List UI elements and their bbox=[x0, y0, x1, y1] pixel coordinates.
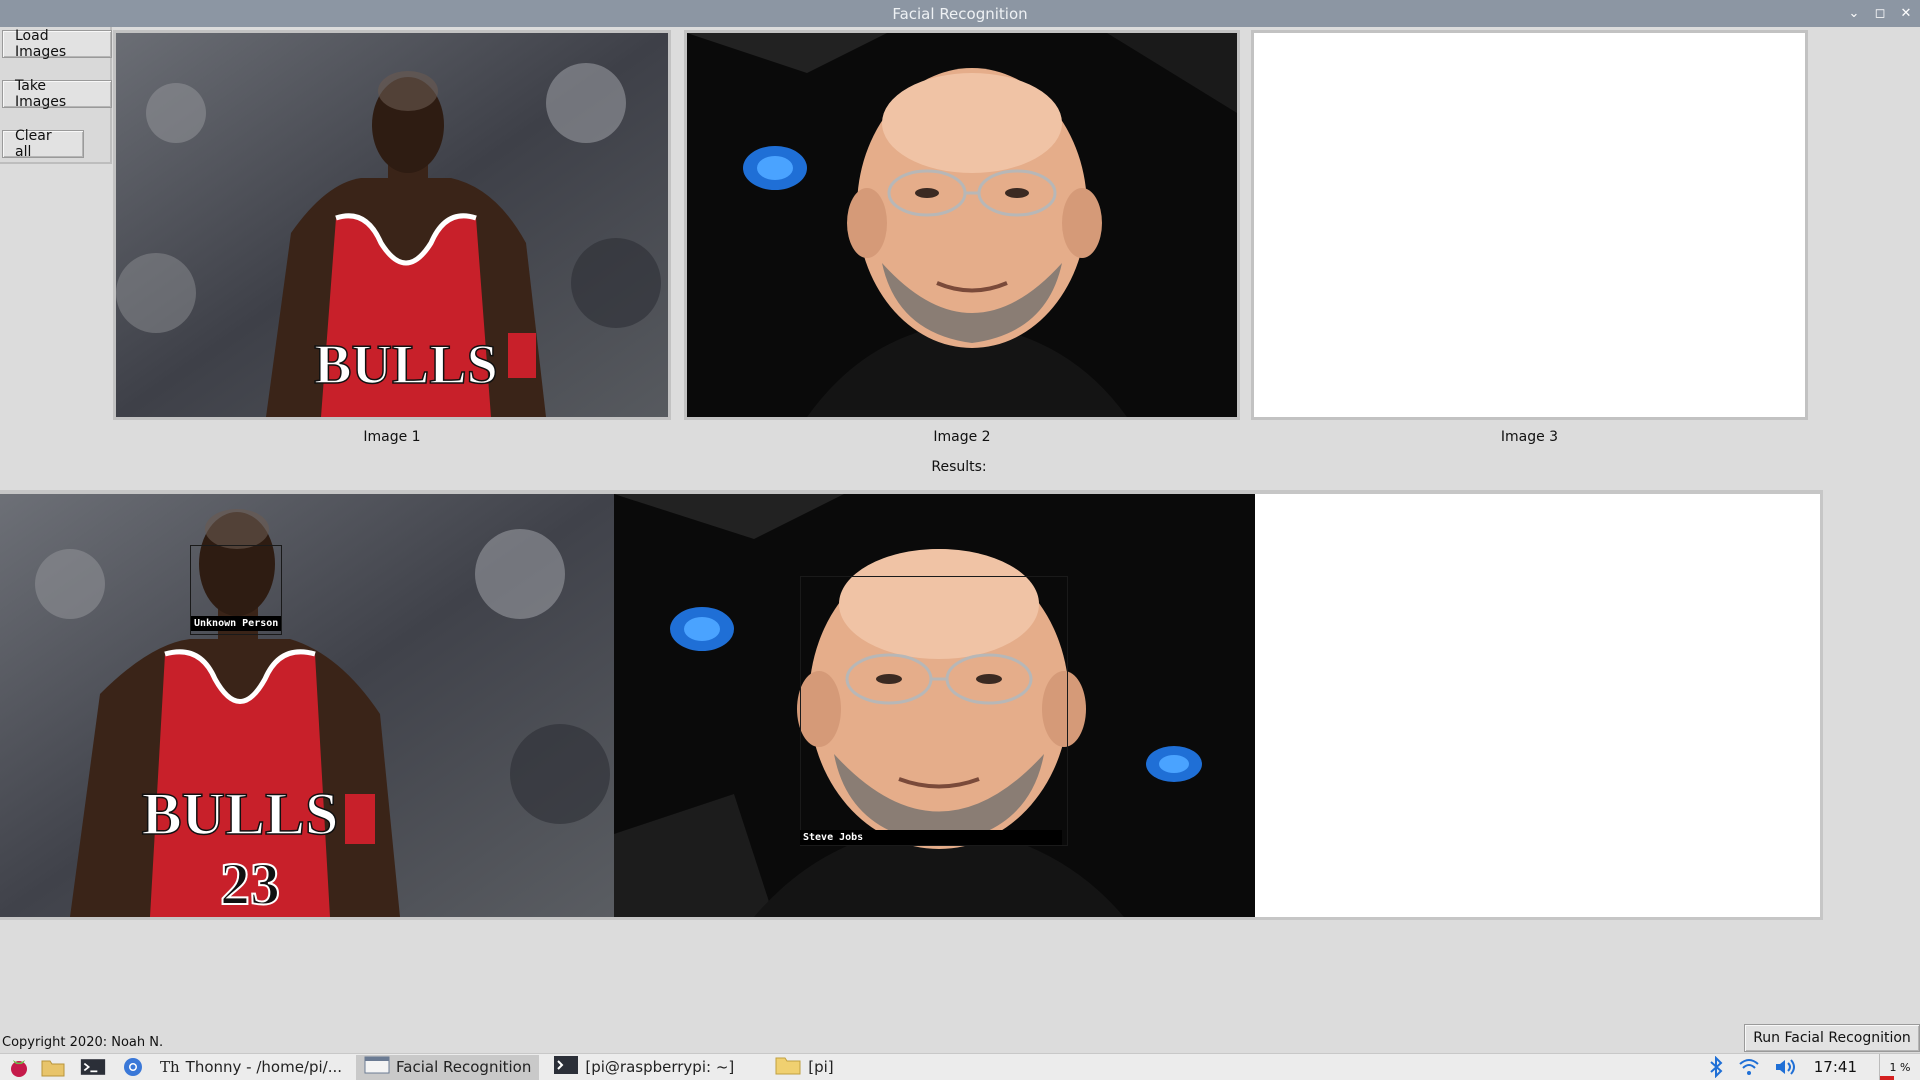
image-2-caption: Image 2 bbox=[933, 429, 991, 445]
image-1-caption: Image 1 bbox=[363, 429, 421, 445]
cpu-bar bbox=[1880, 1076, 1894, 1080]
wifi-icon[interactable] bbox=[1738, 1057, 1760, 1077]
image-1-photo: BULLS bbox=[116, 33, 668, 417]
image-2-frame bbox=[684, 30, 1240, 420]
taskbar-task-facial-recognition[interactable]: Facial Recognition bbox=[356, 1054, 540, 1080]
maximize-icon[interactable]: ◻ bbox=[1872, 6, 1888, 22]
svg-text:BULLS: BULLS bbox=[142, 781, 339, 847]
taskbar-task-thonny[interactable]: Th Thonny - /home/pi/... bbox=[152, 1055, 350, 1080]
results-label: Results: bbox=[931, 459, 987, 475]
face-label-1: Unknown Person bbox=[191, 616, 282, 631]
svg-text:23: 23 bbox=[220, 851, 280, 917]
raspberry-menu-icon[interactable] bbox=[6, 1056, 32, 1078]
image-3-caption: Image 3 bbox=[1500, 429, 1559, 445]
terminal-launcher-icon[interactable] bbox=[80, 1056, 106, 1078]
taskbar-task-label: Thonny - /home/pi/... bbox=[185, 1058, 343, 1076]
file-manager-icon[interactable] bbox=[40, 1056, 66, 1078]
desktop: Facial Recognition ⌄ ◻ ✕ Load Images Tak… bbox=[0, 0, 1920, 1080]
face-box-2 bbox=[800, 576, 1068, 846]
clear-all-button[interactable]: Clear all bbox=[2, 128, 84, 160]
volume-icon[interactable] bbox=[1774, 1057, 1798, 1077]
window-titlebar[interactable]: Facial Recognition ⌄ ◻ ✕ bbox=[0, 0, 1920, 27]
browser-icon[interactable] bbox=[120, 1056, 146, 1078]
terminal-icon bbox=[553, 1055, 579, 1079]
taskbar-task-terminal[interactable]: [pi@raspberrypi: ~] bbox=[545, 1055, 742, 1080]
image-3-frame bbox=[1251, 30, 1808, 420]
control-panel: Load Images Take Images Clear all bbox=[0, 27, 112, 164]
load-images-button[interactable]: Load Images bbox=[2, 28, 112, 60]
window-controls: ⌄ ◻ ✕ bbox=[1846, 0, 1914, 27]
taskbar-task-folder[interactable]: [pi] bbox=[766, 1055, 841, 1080]
take-images-button[interactable]: Take Images bbox=[2, 78, 112, 110]
window-icon bbox=[364, 1055, 390, 1079]
run-facial-recognition-button[interactable]: Run Facial Recognition bbox=[1744, 1024, 1920, 1052]
minimize-icon[interactable]: ⌄ bbox=[1846, 6, 1862, 22]
bluetooth-icon[interactable] bbox=[1708, 1056, 1724, 1078]
clock[interactable]: 17:41 bbox=[1814, 1058, 1857, 1076]
svg-text:BULLS: BULLS bbox=[314, 334, 498, 396]
face-label-2: Steve Jobs bbox=[800, 830, 1062, 845]
result-1-photo: BULLS 23 bbox=[0, 494, 614, 917]
taskbar-task-label: [pi@raspberrypi: ~] bbox=[585, 1058, 735, 1076]
taskbar-task-label: [pi] bbox=[808, 1058, 834, 1076]
cpu-usage: 1 % bbox=[1889, 1060, 1911, 1074]
system-tray: 17:41 1 % bbox=[1694, 1054, 1920, 1080]
results-panel: BULLS 23 Unknown Person Steve Jobs bbox=[0, 490, 1823, 920]
image-1-frame: BULLS bbox=[113, 30, 671, 420]
taskbar-task-label: Facial Recognition bbox=[396, 1058, 532, 1076]
taskbar: Th Thonny - /home/pi/... Facial Recognit… bbox=[0, 1053, 1920, 1080]
copyright-text: Copyright 2020: Noah N. bbox=[2, 1035, 164, 1050]
folder-icon bbox=[774, 1054, 802, 1080]
cpu-monitor[interactable]: 1 % bbox=[1879, 1054, 1920, 1080]
window-title: Facial Recognition bbox=[892, 4, 1028, 23]
close-icon[interactable]: ✕ bbox=[1898, 6, 1914, 22]
image-2-photo bbox=[687, 33, 1237, 417]
thonny-icon: Th bbox=[160, 1058, 180, 1076]
